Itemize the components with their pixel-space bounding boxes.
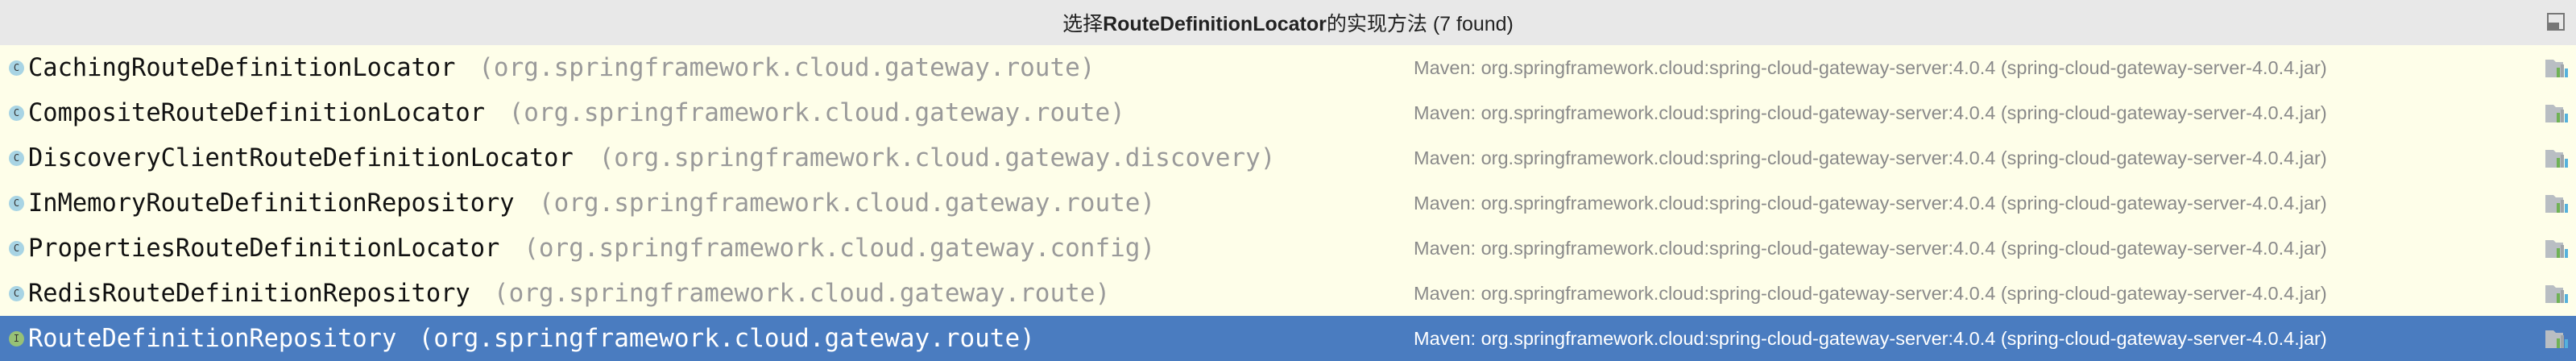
class-name: PropertiesRouteDefinitionLocator: [28, 234, 500, 263]
class-icon: C: [9, 195, 24, 211]
library-icon: [2545, 240, 2568, 258]
class-icon: C: [9, 60, 24, 76]
class-name: RouteDefinitionRepository: [28, 324, 397, 353]
package-name: (org.springframework.cloud.gateway.route…: [538, 189, 1156, 218]
list-item[interactable]: C DiscoveryClientRouteDefinitionLocator …: [0, 135, 2576, 180]
class-icon: C: [9, 105, 24, 121]
class-icon: C: [9, 285, 24, 301]
popup-title: 选择RouteDefinitionLocator的实现方法 (7 found): [1062, 13, 1514, 35]
package-name: (org.springframework.cloud.gateway.route…: [418, 324, 1035, 353]
list-item[interactable]: C InMemoryRouteDefinitionRepository (org…: [0, 180, 2576, 226]
class-name: RedisRouteDefinitionRepository: [28, 279, 470, 308]
open-in-find-window-icon[interactable]: [2547, 13, 2565, 31]
class-name: DiscoveryClientRouteDefinitionLocator: [28, 143, 574, 172]
list-item[interactable]: C RedisRouteDefinitionRepository (org.sp…: [0, 271, 2576, 316]
package-name: (org.springframework.cloud.gateway.confi…: [524, 234, 1156, 263]
list-item[interactable]: I RouteDefinitionRepository (org.springf…: [0, 316, 2576, 361]
library-location: Maven: org.springframework.cloud:spring-…: [1414, 56, 2327, 78]
implementations-list: C CachingRouteDefinitionLocator (org.spr…: [0, 45, 2576, 361]
library-location: Maven: org.springframework.cloud:spring-…: [1414, 282, 2327, 304]
library-location: Maven: org.springframework.cloud:spring-…: [1414, 192, 2327, 214]
library-location: Maven: org.springframework.cloud:spring-…: [1414, 147, 2327, 168]
library-icon: [2545, 150, 2568, 168]
class-name: CompositeRouteDefinitionLocator: [28, 98, 486, 127]
library-icon: [2545, 285, 2568, 303]
list-item[interactable]: C CompositeRouteDefinitionLocator (org.s…: [0, 90, 2576, 135]
library-icon: [2545, 60, 2568, 77]
library-icon: [2545, 330, 2568, 348]
library-location: Maven: org.springframework.cloud:spring-…: [1414, 237, 2327, 259]
class-name: InMemoryRouteDefinitionRepository: [28, 189, 515, 218]
class-icon: C: [9, 240, 24, 256]
package-name: (org.springframework.cloud.gateway.disco…: [598, 143, 1276, 172]
package-name: (org.springframework.cloud.gateway.route…: [478, 53, 1095, 82]
list-item[interactable]: C PropertiesRouteDefinitionLocator (org.…: [0, 226, 2576, 271]
class-name: CachingRouteDefinitionLocator: [28, 53, 456, 82]
library-location: Maven: org.springframework.cloud:spring-…: [1414, 327, 2327, 349]
interface-icon: I: [9, 330, 24, 346]
package-name: (org.springframework.cloud.gateway.route…: [493, 279, 1111, 308]
library-location: Maven: org.springframework.cloud:spring-…: [1414, 102, 2327, 123]
library-icon: [2545, 195, 2568, 213]
class-icon: C: [9, 150, 24, 166]
package-name: (org.springframework.cloud.gateway.route…: [508, 98, 1125, 127]
popup-header: 选择RouteDefinitionLocator的实现方法 (7 found): [0, 0, 2576, 45]
library-icon: [2545, 105, 2568, 122]
list-item[interactable]: C CachingRouteDefinitionLocator (org.spr…: [0, 45, 2576, 90]
